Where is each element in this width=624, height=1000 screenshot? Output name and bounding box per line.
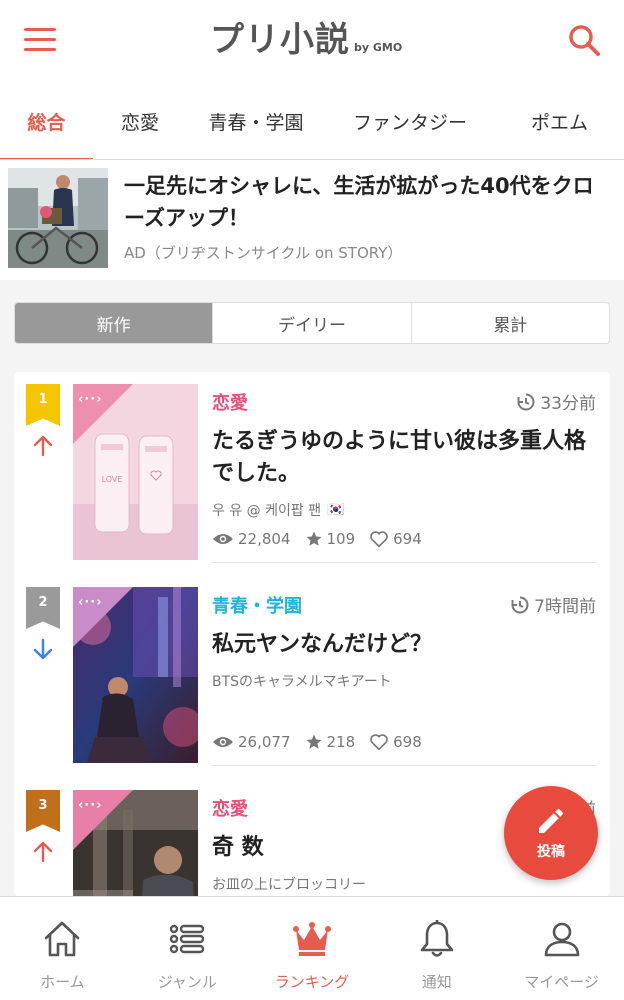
novel-cover[interactable]: ‹··› [73,587,198,763]
bottom-navigation: ホーム ジャンル ランキング 通知 マイページ [0,896,624,1000]
divider [212,562,596,563]
ad-thumbnail [8,168,108,268]
author-name: BTSのキャラメルマキアート [212,674,392,690]
star-count: 218 [326,733,356,751]
rank-badge: 2 [26,587,60,629]
history-icon [511,596,529,613]
cover-tag: ‹··› [78,595,103,610]
genre-label: 恋愛 [212,393,248,414]
rank-badge: 3 [26,790,60,832]
nav-home-label: ホーム [40,973,85,991]
author-name: 우 유 @ 케이팝 팬 [212,503,322,519]
nav-ranking-label: ランキング [274,973,350,991]
ad-banner[interactable]: 一足先にオシャレに、生活が拡がった40代をクローズアップ！ AD（ブリヂストンサ… [0,160,624,280]
rank-badge: 1 [26,384,60,426]
list-icon [165,917,209,961]
star-count: 109 [326,530,356,548]
divider [212,765,596,766]
post-button[interactable]: 投稿 [504,786,598,880]
novel-title[interactable]: たるぎうゆのように甘い彼は多重人格でした。 [212,426,598,490]
tab-overall[interactable]: 総合 [0,82,93,159]
post-button-label: 投稿 [537,844,565,860]
author-name: お皿の上にブロッコリー [212,877,366,893]
pencil-icon [539,808,564,833]
search-icon[interactable] [566,22,602,58]
flag-icon: 🇰🇷 [327,502,345,518]
ranking-item[interactable]: 1 LOVE ‹··› 恋愛 33分前 たるぎうゆのように甘い彼は多重人格でした… [14,372,610,575]
nav-home[interactable]: ホーム [0,897,125,1000]
updated-time-text: 33分前 [540,394,596,414]
like-count: 694 [393,530,422,548]
app-logo[interactable]: プリ小説 by GMO [210,18,402,62]
cover-tag: ‹··› [78,798,103,813]
period-total-button[interactable]: 累計 [410,303,609,343]
genre-tabs: 総合 恋愛 青春・学園 ファンタジー ポエム [0,82,624,160]
ad-title[interactable]: 一足先にオシャレに、生活が拡がった40代をクローズアップ！ [124,170,604,234]
genre-label: 恋愛 [212,799,248,820]
home-icon [40,917,84,961]
star-icon [306,734,321,749]
logo-text: プリ小説 [210,20,350,60]
ranking-item[interactable]: 2 ‹··› 青春・学園 7時間前 私元ヤンなんだけど？ BTSのキャラメルマキ… [14,575,610,778]
nav-notifications[interactable]: 通知 [374,897,499,1000]
period-new-button[interactable]: 新作 [15,303,213,343]
nav-genre[interactable]: ジャンル [125,897,250,1000]
period-daily-button[interactable]: デイリー [212,303,410,343]
trend-down-icon [32,637,54,661]
novel-cover[interactable]: ‹··› [73,790,198,896]
like-count: 698 [393,733,422,751]
tab-poem[interactable]: ポエム [495,82,624,159]
nav-ranking[interactable]: ランキング [250,897,375,1000]
crown-icon [290,917,334,961]
novel-stats: 22,804 109 694 [212,530,436,548]
nav-mypage[interactable]: マイページ [499,897,624,1000]
novel-stats: 26,077 218 698 [212,733,436,751]
tab-romance[interactable]: 恋愛 [93,82,187,159]
updated-time: 33分前 [516,389,596,414]
ranking-period-selector: 新作 デイリー 累計 [14,302,610,344]
view-count: 26,077 [238,733,291,751]
nav-mypage-label: マイページ [524,973,599,991]
trend-up-icon [32,434,54,458]
trend-up-icon [32,840,54,864]
logo-by-text: by GMO [354,41,403,54]
app-header: プリ小説 by GMO [0,0,624,82]
view-count: 22,804 [238,530,291,548]
eye-icon [213,737,233,747]
star-icon [306,531,321,546]
nav-notifications-label: 通知 [421,973,452,991]
heart-icon [370,734,388,751]
history-icon [517,393,535,410]
bell-icon [415,917,459,961]
heart-icon [370,531,388,548]
nav-genre-label: ジャンル [157,973,217,991]
eye-icon [213,534,233,544]
novel-title[interactable]: 私元ヤンなんだけど？ [212,629,598,661]
novel-cover[interactable]: LOVE ‹··› [73,384,198,560]
author: お皿の上にブロッコリー [212,874,366,894]
user-icon [540,917,584,961]
genre-label: 青春・学園 [212,596,302,617]
author: 우 유 @ 케이팝 팬 🇰🇷 [212,500,345,520]
updated-time: 7時間前 [510,592,596,617]
author: BTSのキャラメルマキアート [212,671,392,691]
updated-time-text: 7時間前 [534,597,596,617]
cover-tag: ‹··› [78,392,103,407]
tab-school[interactable]: 青春・学園 [187,82,325,159]
svg-text:LOVE: LOVE [102,475,123,484]
hamburger-menu-icon[interactable] [24,28,56,52]
ad-source: AD（ブリヂストンサイクル on STORY） [124,244,403,262]
tab-fantasy[interactable]: ファンタジー [325,82,495,159]
